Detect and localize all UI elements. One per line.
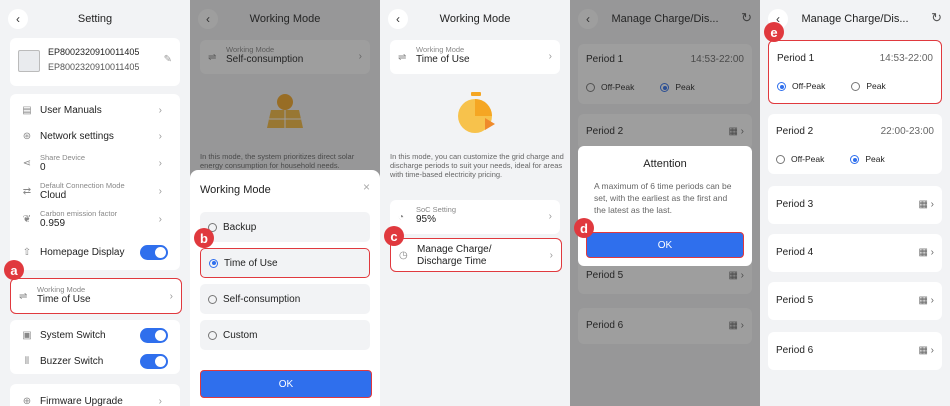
ok-button[interactable]: OK xyxy=(200,370,372,398)
calendar-icon: ▦ › xyxy=(918,247,934,258)
buzzer-switch-toggle[interactable] xyxy=(140,353,168,369)
radio-icon xyxy=(208,294,217,304)
period-card[interactable]: Period 3 ▦ › xyxy=(768,186,942,224)
menu-share-device[interactable]: ⋖ Share Device 0 › xyxy=(20,152,170,174)
sheet-title: Working Mode xyxy=(200,184,271,196)
mode-description: In this mode, you can customize the grid… xyxy=(390,152,564,179)
soc-setting-row[interactable]: ◔ SoC Setting 95% › xyxy=(390,200,560,234)
back-icon[interactable]: ‹ xyxy=(388,9,408,29)
system-switch-toggle[interactable] xyxy=(140,327,168,343)
radio-selected-icon xyxy=(209,258,218,268)
period-card[interactable]: Period 6 ▦ › xyxy=(768,332,942,370)
connection-icon: ⇄ xyxy=(22,185,32,197)
clock-icon: ◷ xyxy=(399,250,408,261)
calendar-icon: ▦ › xyxy=(918,199,934,210)
off-peak-radio[interactable]: Off-Peak xyxy=(777,81,825,92)
step-badge-b: b xyxy=(194,228,214,248)
chevron-right-icon: › xyxy=(548,211,552,222)
menu-homepage-display: ⇧ Homepage Display xyxy=(20,244,170,260)
device-card[interactable]: EP8002320910011405 EP8002320910011405 ✎ xyxy=(10,38,180,86)
calendar-icon: ▦ › xyxy=(918,295,934,306)
option-self-consumption[interactable]: Self-consumption xyxy=(200,284,370,314)
chevron-right-icon: › xyxy=(158,213,162,225)
battery-icon: ◔ xyxy=(398,212,405,223)
share-icon: ⋖ xyxy=(22,157,32,169)
peak-radio[interactable]: Peak xyxy=(851,81,886,92)
dialog-title: Attention xyxy=(643,158,687,170)
buzzer-switch-row: ⦀ Buzzer Switch xyxy=(20,353,170,369)
chevron-right-icon: › xyxy=(169,291,173,302)
menu-carbon-factor[interactable]: ❦ Carbon emission factor 0.959 › xyxy=(20,208,170,230)
manage-charge-discharge-row[interactable]: ◷ Manage Charge/ Discharge Time › xyxy=(390,238,562,272)
chevron-right-icon: › xyxy=(549,250,553,261)
setting-header: ‹ Setting xyxy=(0,0,190,38)
mode-icon: ⇌ xyxy=(19,291,28,302)
menu-connection-mode[interactable]: ⇄ Default Connection Mode Cloud › xyxy=(20,180,170,202)
working-mode-row[interactable]: ⇌ Working Mode Time of Use › xyxy=(10,278,182,314)
working-mode-tou-screen: ‹ Working Mode ⇌ Working Mode Time of Us… xyxy=(380,0,570,406)
chevron-right-icon: › xyxy=(158,185,162,197)
upload-icon: ⇧ xyxy=(22,246,32,258)
page-title: Working Mode xyxy=(439,13,511,25)
attention-dialog: Attention A maximum of 6 time periods ca… xyxy=(578,146,752,266)
manage-charge-dialog-screen: ‹ Manage Charge/Dis... ↻ Period 1 14:53-… xyxy=(570,0,760,406)
dialog-message: A maximum of 6 time periods can be set, … xyxy=(594,181,732,215)
chevron-right-icon: › xyxy=(158,157,162,169)
system-icon: ▣ xyxy=(22,329,32,341)
firmware-upgrade-row[interactable]: ⊕ Firmware Upgrade › xyxy=(10,384,180,406)
manual-icon: ▤ xyxy=(22,104,32,116)
option-backup[interactable]: Backup xyxy=(200,212,370,242)
network-icon: ⊛ xyxy=(22,130,32,142)
option-custom[interactable]: Custom xyxy=(200,320,370,350)
step-badge-c: c xyxy=(384,226,404,246)
step-badge-e: e xyxy=(764,22,784,42)
off-peak-radio[interactable]: Off-Peak xyxy=(776,154,824,165)
edit-icon[interactable]: ✎ xyxy=(164,54,172,65)
chevron-right-icon: › xyxy=(158,104,162,116)
chevron-right-icon: › xyxy=(548,51,552,62)
working-mode-select-screen: ‹ Working Mode ⇌ Working Mode Self-consu… xyxy=(190,0,380,406)
page-title: Setting xyxy=(77,13,113,25)
settings-list: ▤ User Manuals › ⊛ Network settings › ⋖ … xyxy=(10,94,180,270)
leaf-icon: ❦ xyxy=(22,213,32,225)
switch-list: ▣ System Switch ⦀ Buzzer Switch xyxy=(10,320,180,374)
working-mode-sheet: Working Mode × Backup Time of Use Self-c… xyxy=(190,170,380,406)
device-serial: EP8002320910011405 xyxy=(48,62,140,72)
upgrade-icon: ⊕ xyxy=(22,395,32,406)
menu-user-manuals[interactable]: ▤ User Manuals › xyxy=(20,102,170,118)
period-card[interactable]: Period 5 ▦ › xyxy=(768,282,942,320)
close-icon[interactable]: × xyxy=(363,180,370,194)
menu-network-settings[interactable]: ⊛ Network settings › xyxy=(20,128,170,144)
radio-icon xyxy=(208,330,217,340)
setting-screen: ‹ Setting EP8002320910011405 EP800232091… xyxy=(0,0,190,406)
working-mode-header: ‹ Working Mode xyxy=(380,0,570,38)
option-time-of-use[interactable]: Time of Use xyxy=(200,248,370,278)
period-card[interactable]: Period 2 22:00-23:00 Off-Peak Peak xyxy=(768,114,942,174)
manage-header: ‹ Manage Charge/Dis... ↻ xyxy=(760,0,950,38)
mode-icon: ⇌ xyxy=(398,52,407,63)
calendar-icon: ▦ › xyxy=(918,345,934,356)
chevron-right-icon: › xyxy=(158,395,162,406)
step-badge-a: a xyxy=(4,260,24,280)
homepage-display-toggle[interactable] xyxy=(140,244,168,260)
device-name: EP8002320910011405 xyxy=(48,47,140,57)
peak-radio[interactable]: Peak xyxy=(850,154,885,165)
system-switch-row: ▣ System Switch xyxy=(20,327,170,343)
dialog-ok-button[interactable]: OK xyxy=(586,232,744,258)
period-card[interactable]: Period 1 14:53-22:00 Off-Peak Peak xyxy=(768,40,942,104)
chevron-right-icon: › xyxy=(158,130,162,142)
buzzer-icon: ⦀ xyxy=(24,355,30,367)
refresh-icon[interactable]: ↻ xyxy=(931,10,942,26)
device-icon xyxy=(18,50,40,72)
page-title: Manage Charge/Dis... xyxy=(801,13,909,25)
manage-charge-screen: ‹ Manage Charge/Dis... ↻ Period 1 14:53-… xyxy=(760,0,950,406)
timer-icon xyxy=(458,92,495,133)
step-badge-d: d xyxy=(574,218,594,238)
period-card[interactable]: Period 4 ▦ › xyxy=(768,234,942,272)
back-icon[interactable]: ‹ xyxy=(8,9,28,29)
current-mode-card[interactable]: ⇌ Working Mode Time of Use › xyxy=(390,40,560,74)
